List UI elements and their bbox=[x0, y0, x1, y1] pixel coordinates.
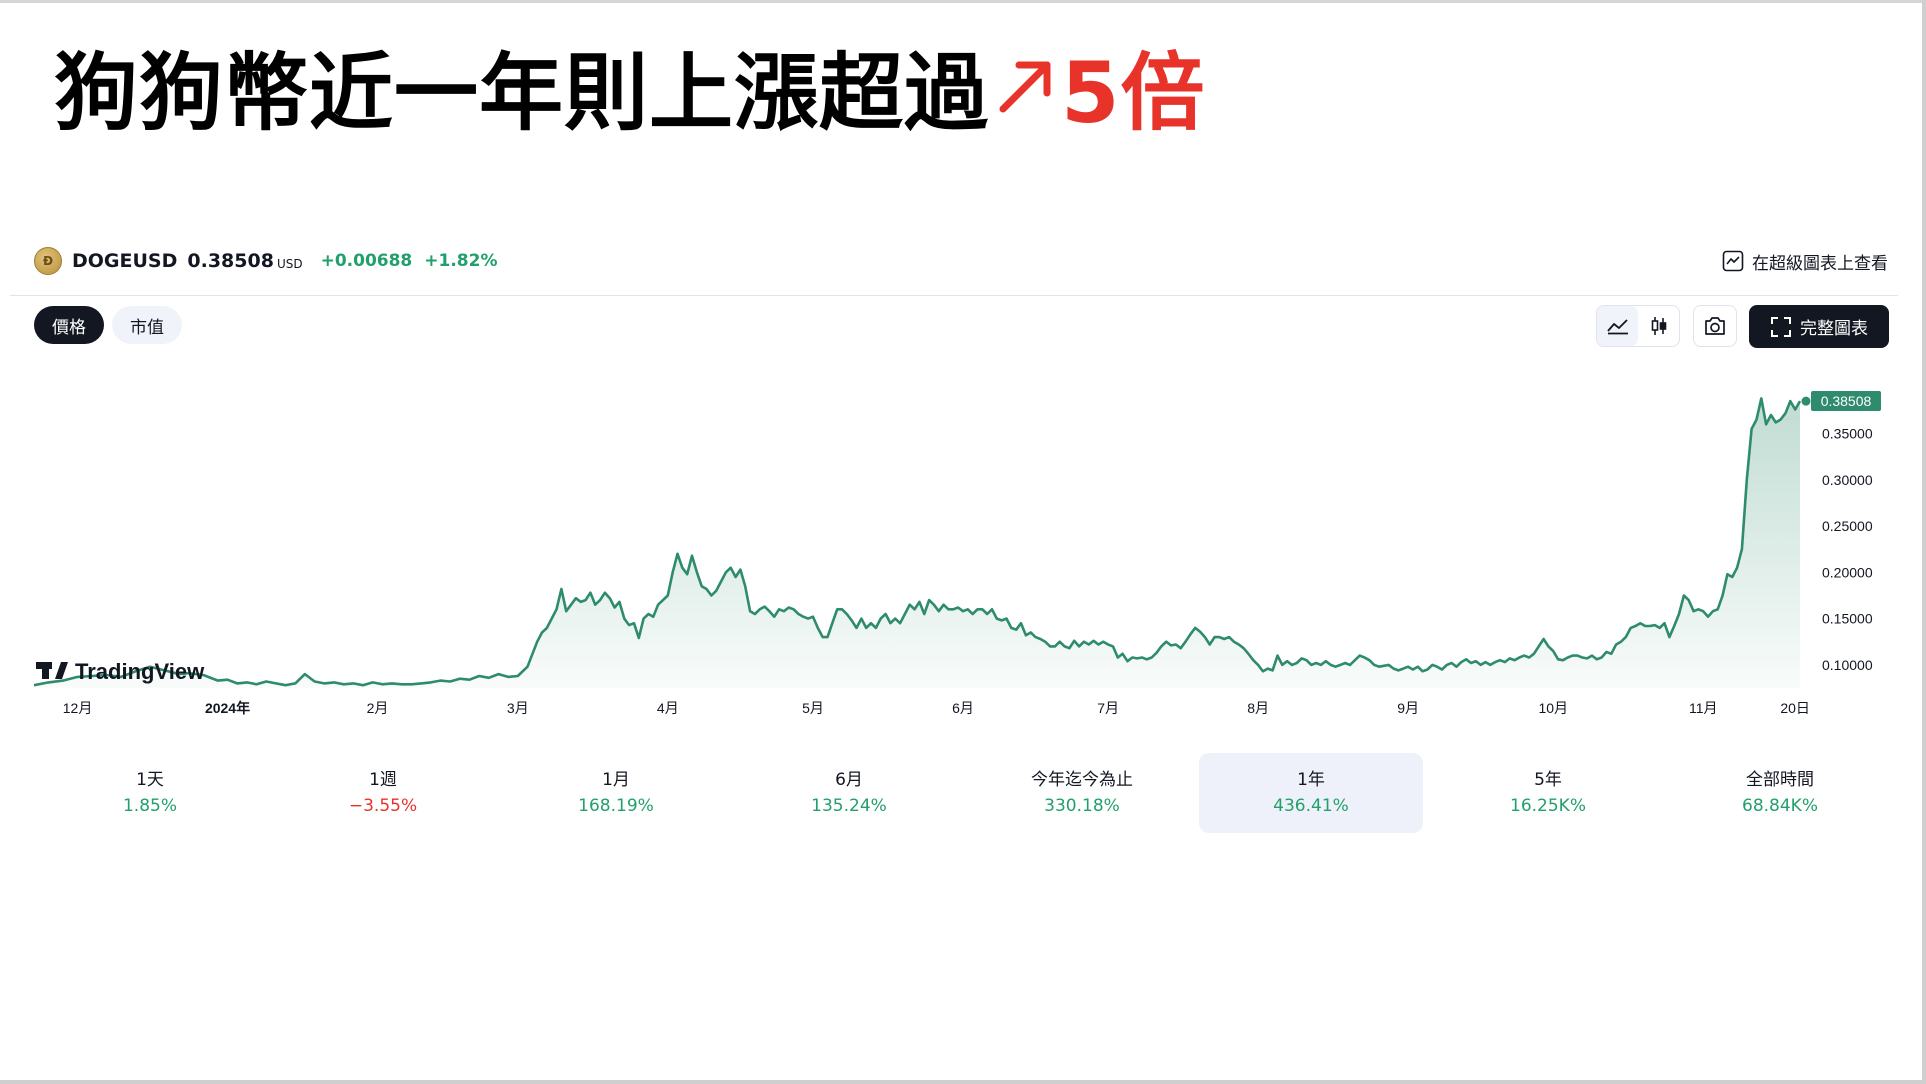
period-label: 今年迄今為止 bbox=[1031, 770, 1133, 790]
period-6m[interactable]: 6月 135.24% bbox=[737, 753, 961, 833]
period-label: 全部時間 bbox=[1746, 770, 1814, 790]
period-label: 1週 bbox=[369, 770, 397, 790]
y-tick-label: 0.25000 bbox=[1822, 518, 1873, 534]
x-tick-label: 5月 bbox=[802, 700, 824, 716]
x-tick-label: 9月 bbox=[1397, 700, 1419, 716]
tradingview-logo-mark-stem bbox=[42, 662, 49, 679]
period-1y[interactable]: 1年 436.41% bbox=[1199, 753, 1423, 833]
period-all[interactable]: 全部時間 68.84K% bbox=[1668, 753, 1892, 833]
last-price-dot bbox=[1801, 396, 1811, 406]
period-label: 6月 bbox=[835, 770, 863, 790]
period-label: 1天 bbox=[136, 770, 164, 790]
tradingview-logo-mark-chevron bbox=[55, 662, 68, 679]
last-value-badge: 0.38508 bbox=[1811, 391, 1881, 412]
period-1w[interactable]: 1週 −3.55% bbox=[271, 753, 495, 833]
y-tick-label: 0.30000 bbox=[1822, 472, 1873, 488]
x-tick-label: 8月 bbox=[1247, 700, 1269, 716]
period-5y[interactable]: 5年 16.25K% bbox=[1436, 753, 1660, 833]
period-label: 1年 bbox=[1297, 770, 1325, 790]
period-1d[interactable]: 1天 1.85% bbox=[38, 753, 262, 833]
x-axis: 12月 2024年 2月 3月 4月 5月 6月 7月 8月 9月 10月 11月 20日 bbox=[63, 700, 1810, 716]
period-value: 135.24% bbox=[811, 796, 887, 816]
y-tick-label: 0.35000 bbox=[1822, 426, 1873, 442]
y-axis: 0.10000 0.15000 0.20000 0.25000 0.30000 0.350… bbox=[1822, 426, 1873, 673]
x-tick-label: 7月 bbox=[1097, 700, 1119, 716]
period-ytd[interactable]: 今年迄今為止 330.18% bbox=[970, 753, 1194, 833]
y-tick-label: 0.10000 bbox=[1822, 657, 1873, 673]
last-value-label: 0.38508 bbox=[1821, 393, 1872, 409]
period-value: 1.85% bbox=[122, 796, 177, 816]
x-tick-label: 4月 bbox=[657, 700, 679, 716]
x-tick-label: 2月 bbox=[367, 700, 389, 716]
y-tick-label: 0.20000 bbox=[1822, 564, 1873, 580]
period-value: 68.84K% bbox=[1742, 796, 1818, 816]
x-tick-label: 10月 bbox=[1538, 700, 1568, 716]
period-label: 1月 bbox=[602, 770, 630, 790]
period-label: 5年 bbox=[1534, 770, 1562, 790]
period-value: 436.41% bbox=[1273, 796, 1349, 816]
period-value: 168.19% bbox=[578, 796, 654, 816]
price-chart[interactable]: 0.10000 0.15000 0.20000 0.25000 0.30000 0.350… bbox=[0, 0, 1926, 1084]
x-tick-label: 11月 bbox=[1689, 700, 1718, 716]
period-value: −3.55% bbox=[348, 796, 418, 816]
period-value: 330.18% bbox=[1044, 796, 1120, 816]
x-tick-label: 3月 bbox=[507, 700, 529, 716]
tradingview-logo-text: TradingView bbox=[75, 659, 205, 684]
x-tick-label: 2024年 bbox=[205, 700, 250, 716]
price-area-fill bbox=[34, 398, 1800, 688]
period-1m[interactable]: 1月 168.19% bbox=[504, 753, 728, 833]
x-tick-label: 12月 bbox=[63, 700, 93, 716]
y-tick-label: 0.15000 bbox=[1822, 611, 1873, 627]
x-tick-label: 6月 bbox=[952, 700, 974, 716]
performance-periods: 1天 1.85% 1週 −3.55% 1月 168.19% 6月 135.24%… bbox=[30, 753, 1894, 833]
period-value: 16.25K% bbox=[1510, 796, 1586, 816]
x-tick-label: 20日 bbox=[1780, 700, 1810, 716]
